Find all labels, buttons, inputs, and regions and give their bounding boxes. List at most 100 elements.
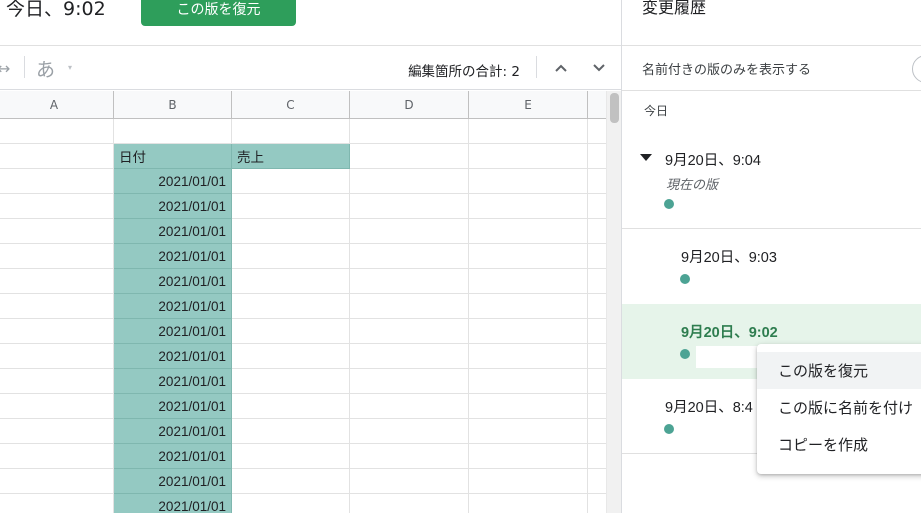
cell-c[interactable] [232,469,350,494]
cell-e[interactable] [469,494,588,513]
date-cell[interactable]: 2021/01/01 [114,294,232,319]
cell-c[interactable] [232,169,350,194]
cell-d[interactable] [350,194,469,219]
cell-e[interactable] [469,469,588,494]
cell-f[interactable] [588,119,606,144]
column-header-e[interactable]: E [469,91,588,119]
cell-c[interactable] [232,269,350,294]
cell-e[interactable] [469,369,588,394]
cell-a[interactable] [0,444,114,469]
cell-d[interactable] [350,394,469,419]
caret-down-icon[interactable] [640,154,652,161]
cell-a[interactable] [0,219,114,244]
cell-a[interactable] [0,469,114,494]
date-cell[interactable]: 2021/01/01 [114,219,232,244]
cell-b[interactable] [114,119,232,144]
cell-a[interactable] [0,294,114,319]
cell-e[interactable] [469,294,588,319]
cell-e[interactable] [469,419,588,444]
cell-d[interactable] [350,169,469,194]
cell-c[interactable] [232,244,350,269]
cell-f[interactable] [588,394,606,419]
cell-d[interactable] [350,269,469,294]
cell-d[interactable] [350,469,469,494]
menu-item-make-copy[interactable]: コピーを作成 [757,426,921,463]
cell-a[interactable] [0,419,114,444]
cell-a[interactable] [0,144,114,169]
previous-edit-button[interactable] [550,57,572,79]
scrollbar-thumb[interactable] [610,93,619,123]
cell-a[interactable] [0,194,114,219]
cell-d[interactable] [350,119,469,144]
cell-d[interactable] [350,219,469,244]
cell-a[interactable] [0,169,114,194]
column-header-b[interactable]: B [114,91,232,119]
cell-c[interactable] [232,444,350,469]
cell-a[interactable] [0,494,114,513]
spreadsheet-grid[interactable]: A B C D E 日付 売上 2021/01/01 2021/01/01 2021/0… [0,91,606,513]
cell-c[interactable] [232,369,350,394]
date-cell[interactable]: 2021/01/01 [114,244,232,269]
column-header-a[interactable]: A [0,91,114,119]
cell-e[interactable] [469,219,588,244]
cell-f[interactable] [588,344,606,369]
date-cell[interactable]: 2021/01/01 [114,344,232,369]
date-cell[interactable]: 2021/01/01 [114,269,232,294]
date-cell[interactable]: 2021/01/01 [114,444,232,469]
cell-a[interactable] [0,119,114,144]
cell-d[interactable] [350,344,469,369]
date-cell[interactable]: 2021/01/01 [114,419,232,444]
cell-f[interactable] [588,244,606,269]
menu-item-restore-version[interactable]: この版を復元 [757,352,921,389]
cell-f[interactable] [588,444,606,469]
date-cell[interactable]: 2021/01/01 [114,194,232,219]
cell-e[interactable] [469,194,588,219]
cell-e[interactable] [469,144,588,169]
cell-d[interactable] [350,144,469,169]
cell-f[interactable] [588,169,606,194]
input-method-button[interactable]: あ [36,55,55,82]
cell-f[interactable] [588,194,606,219]
cell-c[interactable] [232,344,350,369]
cell-e[interactable] [469,344,588,369]
version-item[interactable]: 9月20日、9:03 [622,229,921,304]
cell-d[interactable] [350,294,469,319]
cell-d[interactable] [350,494,469,513]
named-versions-toggle[interactable] [912,55,921,83]
cell-d[interactable] [350,244,469,269]
cell-f[interactable] [588,494,606,513]
header-cell-sales[interactable]: 売上 [232,144,350,169]
cell-a[interactable] [0,244,114,269]
cell-f[interactable] [588,144,606,169]
date-cell[interactable]: 2021/01/01 [114,394,232,419]
version-item[interactable]: 9月20日、9:04 現在の版 [622,132,921,229]
restore-version-button[interactable]: この版を復元 [141,0,296,26]
cell-c[interactable] [232,294,350,319]
cell-f[interactable] [588,369,606,394]
next-edit-button[interactable] [588,57,610,79]
date-cell[interactable]: 2021/01/01 [114,169,232,194]
date-cell[interactable]: 2021/01/01 [114,319,232,344]
toolbar-partial-icon[interactable]: ↔ [0,59,10,78]
cell-c[interactable] [232,394,350,419]
cell-e[interactable] [469,169,588,194]
cell-f[interactable] [588,219,606,244]
cell-c[interactable] [232,194,350,219]
cell-c[interactable] [232,494,350,513]
cell-e[interactable] [469,444,588,469]
cell-e[interactable] [469,269,588,294]
cell-f[interactable] [588,419,606,444]
cell-d[interactable] [350,319,469,344]
cell-e[interactable] [469,244,588,269]
cell-d[interactable] [350,369,469,394]
cell-e[interactable] [469,319,588,344]
cell-d[interactable] [350,444,469,469]
date-cell[interactable]: 2021/01/01 [114,494,232,513]
cell-f[interactable] [588,294,606,319]
cell-c[interactable] [232,319,350,344]
cell-c[interactable] [232,119,350,144]
date-cell[interactable]: 2021/01/01 [114,469,232,494]
menu-item-name-version[interactable]: この版に名前を付け [757,389,921,426]
cell-c[interactable] [232,419,350,444]
chevron-down-icon[interactable]: ▾ [68,63,72,72]
